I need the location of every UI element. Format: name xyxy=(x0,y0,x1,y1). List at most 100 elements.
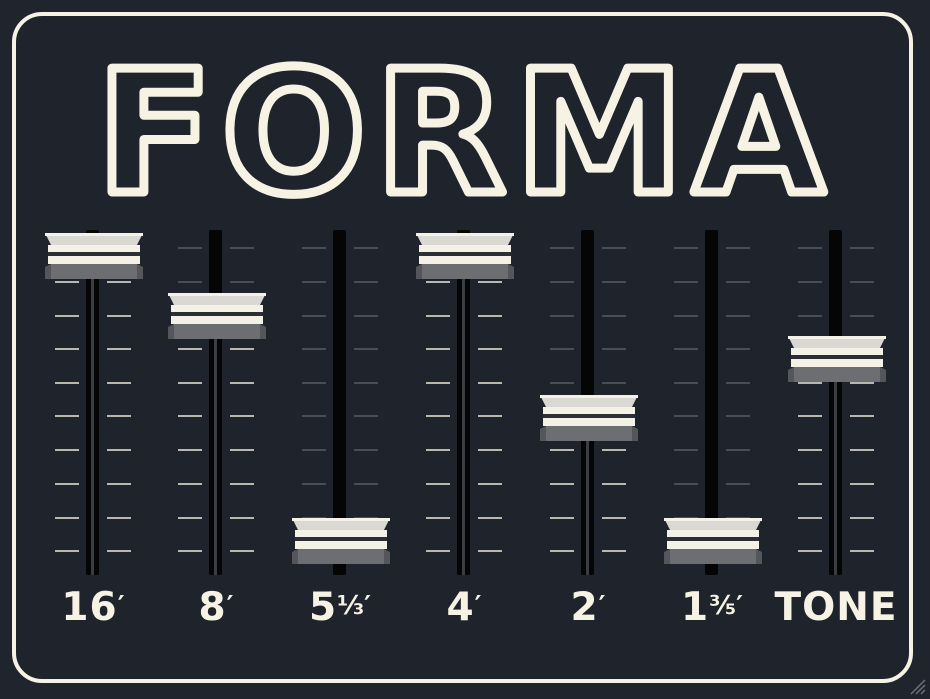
drawbar-handle[interactable] xyxy=(788,335,886,382)
scale-tick xyxy=(726,281,750,283)
scale-tick xyxy=(230,382,254,384)
scale-tick xyxy=(478,315,502,317)
drawbar-handle[interactable] xyxy=(168,292,266,339)
scale-tick xyxy=(798,517,822,519)
drawbar-2 xyxy=(154,225,278,580)
scale-tick xyxy=(850,517,874,519)
scale-tick xyxy=(674,281,698,283)
scale-tick xyxy=(230,415,254,417)
drawbar-track[interactable] xyxy=(457,230,470,575)
scale-tick xyxy=(602,483,626,485)
scale-tick xyxy=(354,247,378,249)
scale-tick xyxy=(178,517,202,519)
scale-tick xyxy=(178,348,202,350)
drawbar-handle[interactable] xyxy=(45,233,143,279)
scale-tick xyxy=(674,315,698,317)
scale-tick xyxy=(55,449,79,451)
scale-tick xyxy=(726,315,750,317)
scale-tick xyxy=(178,415,202,417)
drawbar-label: 16′ xyxy=(31,585,155,630)
drawbar-label-fraction: ⅓ xyxy=(337,591,365,621)
scale-tick xyxy=(726,483,750,485)
scale-tick xyxy=(674,247,698,249)
scale-tick xyxy=(478,483,502,485)
scale-tick xyxy=(178,281,202,283)
scale-tick xyxy=(230,483,254,485)
scale-tick xyxy=(302,449,326,451)
scale-tick xyxy=(798,382,822,384)
scale-tick xyxy=(602,348,626,350)
scale-tick xyxy=(850,449,874,451)
drawbar-label-main: 8 xyxy=(198,585,227,630)
drawbar-track[interactable] xyxy=(829,230,842,575)
drawbar-handle[interactable] xyxy=(664,518,762,564)
scale-tick xyxy=(850,415,874,417)
scale-tick xyxy=(478,348,502,350)
drawbar-handle[interactable] xyxy=(416,233,514,279)
drawbar-label-mark: ′ xyxy=(226,591,234,621)
scale-tick xyxy=(798,449,822,451)
scale-tick xyxy=(107,550,131,552)
scale-tick xyxy=(850,281,874,283)
scale-tick xyxy=(426,348,450,350)
drawbar-track[interactable] xyxy=(209,230,222,575)
scale-tick xyxy=(302,281,326,283)
drawbar-label-fraction: ⅗ xyxy=(709,591,737,621)
scale-tick xyxy=(602,517,626,519)
scale-tick xyxy=(230,517,254,519)
scale-tick xyxy=(674,348,698,350)
scale-tick xyxy=(55,315,79,317)
scale-tick xyxy=(55,348,79,350)
scale-tick xyxy=(850,483,874,485)
drawbar-groove xyxy=(586,423,589,575)
scale-tick xyxy=(55,281,79,283)
scale-tick xyxy=(107,348,131,350)
drawbar-track[interactable] xyxy=(86,230,99,575)
drawbar-label-main: 1 xyxy=(681,585,710,630)
scale-tick xyxy=(726,415,750,417)
scale-tick xyxy=(178,550,202,552)
scale-tick xyxy=(55,382,79,384)
scale-tick xyxy=(302,483,326,485)
scale-tick xyxy=(602,449,626,451)
scale-tick xyxy=(55,415,79,417)
drawbar-7 xyxy=(774,225,898,580)
scale-tick xyxy=(107,281,131,283)
scale-tick xyxy=(602,315,626,317)
drawbar-groove xyxy=(91,261,94,575)
scale-tick xyxy=(354,281,378,283)
scale-tick xyxy=(354,483,378,485)
scale-tick xyxy=(426,315,450,317)
scale-tick xyxy=(478,415,502,417)
scale-tick xyxy=(354,415,378,417)
scale-tick xyxy=(230,449,254,451)
drawbar-label-mark: ′ xyxy=(598,591,606,621)
scale-tick xyxy=(726,348,750,350)
drawbar-label-mark: ′ xyxy=(474,591,482,621)
scale-tick xyxy=(230,281,254,283)
drawbar-3 xyxy=(278,225,402,580)
scale-tick xyxy=(230,348,254,350)
drawbar-4 xyxy=(402,225,526,580)
scale-tick xyxy=(55,550,79,552)
scale-tick xyxy=(726,247,750,249)
scale-tick xyxy=(302,415,326,417)
drawbar-label: TONE xyxy=(774,585,898,630)
drawbar-label-main: 2 xyxy=(570,585,599,630)
scale-tick xyxy=(550,281,574,283)
scale-tick xyxy=(850,382,874,384)
scale-tick xyxy=(850,550,874,552)
drawbar-6 xyxy=(650,225,774,580)
scale-tick xyxy=(302,382,326,384)
scale-tick xyxy=(550,382,574,384)
drawbar-label-mark: ′ xyxy=(364,591,371,621)
scale-tick xyxy=(550,550,574,552)
scale-tick xyxy=(426,415,450,417)
drawbar-handle[interactable] xyxy=(292,518,390,564)
resize-grip-icon[interactable] xyxy=(908,677,926,695)
scale-tick xyxy=(550,517,574,519)
scale-tick xyxy=(426,550,450,552)
drawbar-handle[interactable] xyxy=(540,395,638,442)
scale-tick xyxy=(550,315,574,317)
scale-tick xyxy=(602,247,626,249)
